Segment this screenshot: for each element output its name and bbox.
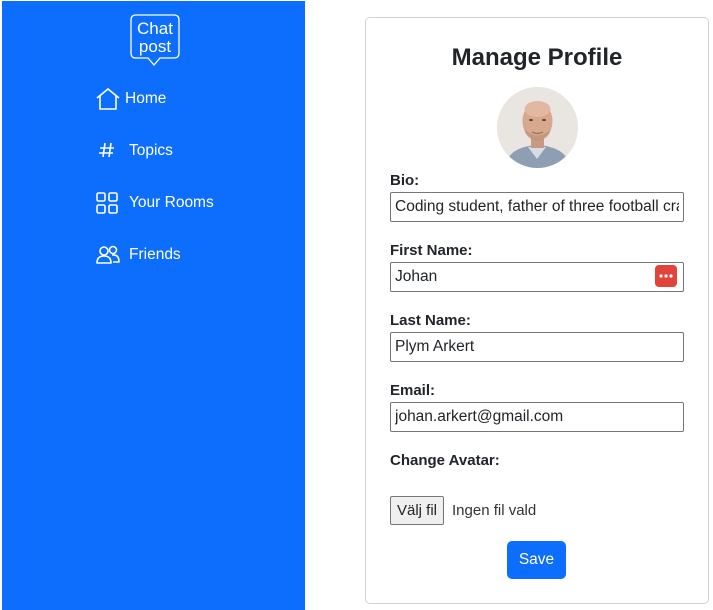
file-status-text: Ingen fil vald [452,502,537,519]
bio-field[interactable] [390,192,684,222]
sidebar: Chat post Home Topics Your Rooms Friends [2,1,305,610]
logo-text-bottom: post [139,37,171,56]
email-label: Email: [390,382,436,399]
sidebar-nav: Home Topics Your Rooms Friends [95,85,214,293]
change-avatar-label: Change Avatar: [390,452,500,469]
sidebar-item-topics[interactable]: Topics [95,137,214,165]
hash-icon [95,139,123,163]
email-field[interactable] [390,402,684,432]
profile-card: Manage Profile Bio: First Name: Last Nam… [365,17,709,604]
last-name-field[interactable] [390,332,684,362]
save-button[interactable]: Save [507,541,566,579]
choose-file-button[interactable]: Välj fil [390,496,445,525]
sidebar-item-label: Your Rooms [129,194,214,211]
chatpost-logo[interactable]: Chat post [130,14,180,66]
bio-label: Bio: [390,172,420,189]
house-icon [95,87,123,111]
sidebar-item-label: Friends [129,246,181,263]
page-title: Manage Profile [451,44,623,71]
sidebar-item-friends[interactable]: Friends [95,241,214,269]
sidebar-item-label: Topics [129,142,173,159]
grid-icon [95,191,123,215]
password-manager-icon[interactable] [655,265,677,287]
avatar [497,87,578,168]
first-name-field[interactable] [390,262,684,292]
sidebar-item-home[interactable]: Home [95,85,214,113]
logo-text-top: Chat [137,19,173,38]
people-icon [95,243,123,267]
sidebar-item-label: Home [125,90,167,107]
first-name-label: First Name: [390,242,473,259]
last-name-label: Last Name: [390,312,471,329]
sidebar-item-your-rooms[interactable]: Your Rooms [95,189,214,217]
